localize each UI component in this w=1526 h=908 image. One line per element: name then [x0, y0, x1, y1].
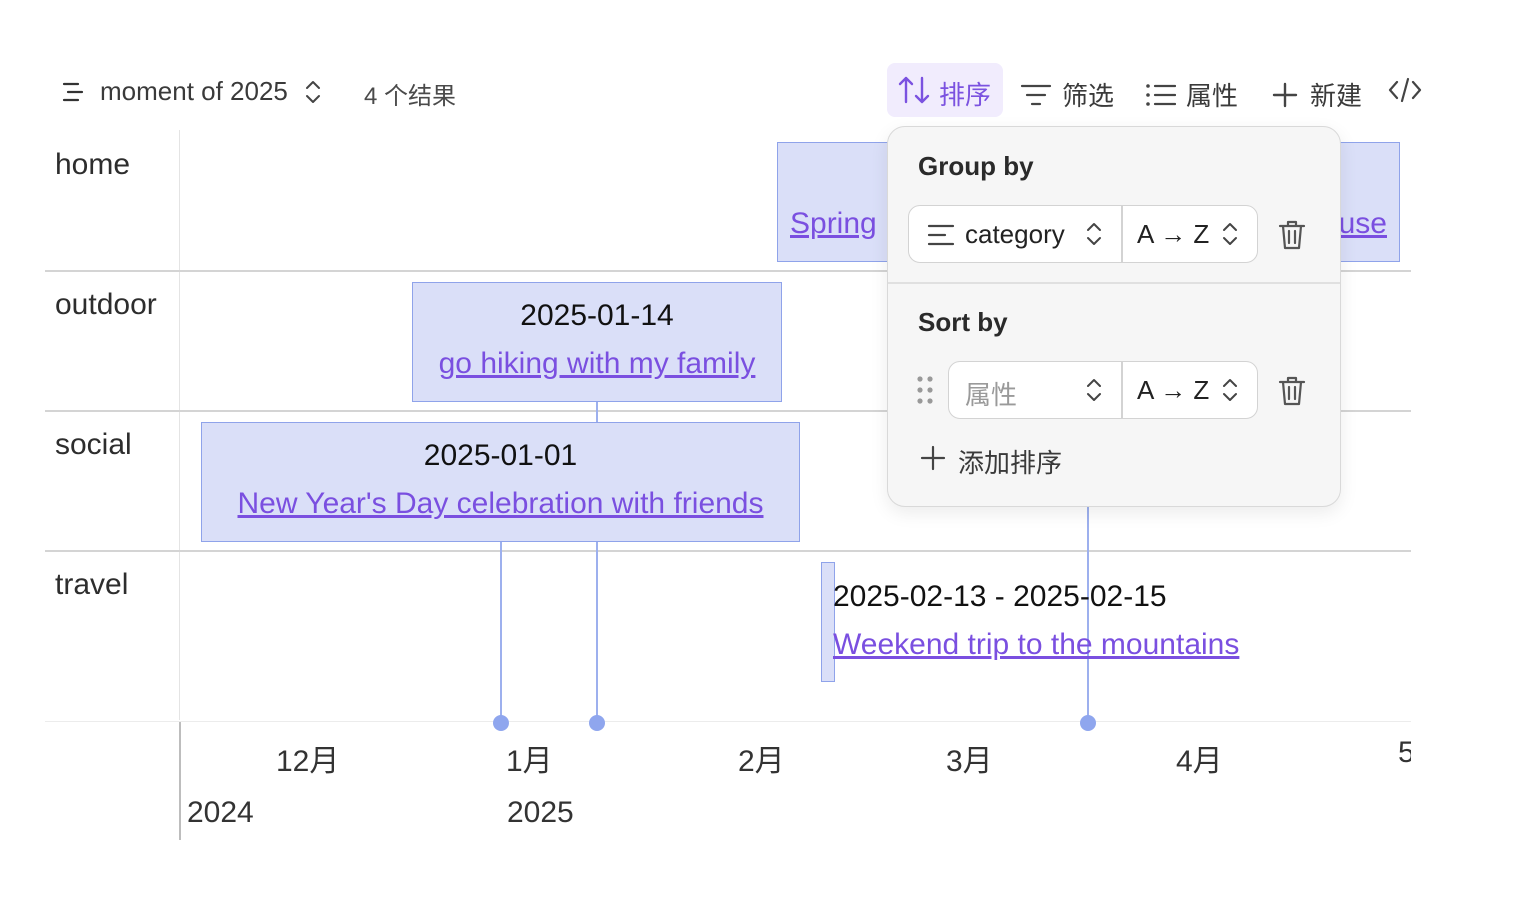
chevron-updown-icon [1221, 377, 1239, 408]
event-date: 2025-01-14 [520, 299, 674, 332]
filter-label: 筛选 [1062, 81, 1115, 111]
popover-divider [888, 282, 1340, 284]
event-date: 2025-02-13 - 2025-02-15 [833, 580, 1167, 613]
group-label-outdoor: outdoor [55, 288, 157, 321]
event-title-link[interactable]: Weekend trip to the mountains [833, 628, 1239, 662]
group-by-field-select[interactable]: category [965, 219, 1065, 250]
view-list-icon [62, 80, 86, 104]
toolbar: moment of 2025 4 个结果 筛选 属性 新建 [0, 62, 1526, 120]
new-label: 新建 [1310, 81, 1363, 111]
group-label-travel: travel [55, 568, 129, 601]
code-button[interactable] [1388, 76, 1422, 104]
sort-by-control: 属性 A → Z [948, 361, 1258, 419]
group-column-divider [179, 130, 180, 720]
event-stem [500, 540, 502, 722]
sort-button[interactable]: 排序 [887, 63, 1003, 117]
sort-arrows-icon [898, 75, 930, 110]
event-title-home-end[interactable]: use [1339, 207, 1387, 241]
axis-month-label: 5 [1398, 736, 1411, 769]
segment-divider [1121, 206, 1123, 262]
axis-month-label: 4月 [1176, 745, 1223, 778]
chevron-updown-icon [1085, 377, 1103, 408]
chevron-updown-icon [1085, 221, 1103, 252]
sort-label: 排序 [939, 80, 992, 110]
group-label-social: social [55, 428, 132, 461]
axis-month-label: 12月 [276, 745, 340, 778]
sort-by-field-select[interactable]: 属性 [965, 375, 1017, 412]
axis-month-label: 1月 [506, 745, 553, 778]
row-divider [45, 550, 1411, 552]
axis-month-label: 2月 [738, 745, 785, 778]
group-by-heading: Group by [918, 151, 1034, 181]
sort-popover: Group by category A → Z Sort by 属性 A → Z [887, 126, 1341, 507]
add-sort-label: 添加排序 [958, 448, 1063, 478]
filter-icon [1020, 82, 1052, 108]
add-sort-button[interactable]: 添加排序 [920, 443, 1062, 480]
axis-start-line [179, 722, 181, 840]
group-by-control: category A → Z [908, 205, 1258, 263]
event-card-social[interactable]: 2025-01-01 New Year's Day celebration wi… [201, 422, 800, 542]
segment-divider [1121, 362, 1123, 418]
view-switcher[interactable]: moment of 2025 [62, 76, 322, 107]
list-icon [1144, 82, 1176, 108]
event-dot [1080, 715, 1096, 731]
filter-button[interactable]: 筛选 [1020, 76, 1114, 113]
result-count: 4 个结果 [364, 83, 457, 110]
plus-icon [1272, 82, 1298, 108]
event-title-link[interactable]: go hiking with my family [413, 347, 781, 381]
properties-label: 属性 [1186, 81, 1239, 111]
event-dot [493, 715, 509, 731]
trash-icon[interactable] [1278, 375, 1306, 412]
sort-by-order-select[interactable]: A → Z [1137, 375, 1209, 406]
new-button[interactable]: 新建 [1272, 76, 1362, 113]
chevron-updown-icon [1221, 221, 1239, 252]
group-label-home: home [55, 148, 131, 181]
view-name: moment of 2025 [100, 76, 288, 106]
plus-icon [920, 445, 946, 478]
event-card-outdoor[interactable]: 2025-01-14 go hiking with my family [412, 282, 782, 402]
event-dot [589, 715, 605, 731]
code-icon [1388, 76, 1422, 104]
properties-button[interactable]: 属性 [1144, 76, 1238, 113]
event-title-home-start[interactable]: Spring [790, 207, 877, 241]
axis-year-label: 2025 [507, 796, 574, 829]
event-date: 2025-01-01 [423, 439, 578, 472]
sort-by-heading: Sort by [918, 307, 1008, 337]
field-icon [927, 223, 955, 252]
drag-handle-icon[interactable] [916, 375, 934, 410]
event-title-link[interactable]: New Year's Day celebration with friends [202, 487, 799, 521]
trash-icon[interactable] [1278, 219, 1306, 256]
axis-month-label: 3月 [946, 745, 993, 778]
axis-line [45, 721, 1411, 722]
axis-year-label: 2024 [187, 796, 254, 829]
chevron-updown-icon [304, 79, 322, 105]
group-by-order-select[interactable]: A → Z [1137, 219, 1209, 250]
